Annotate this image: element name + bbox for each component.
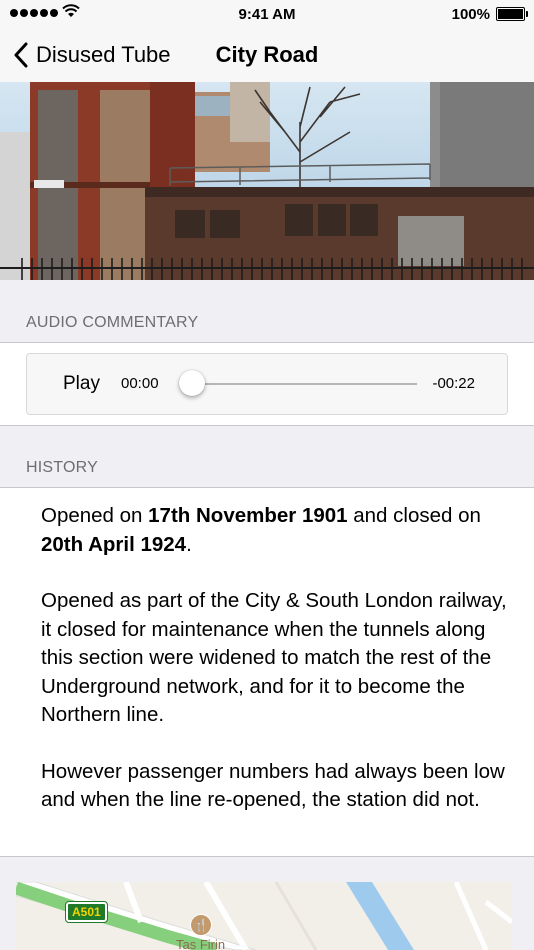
history-paragraph: Opened as part of the City & South Londo… xyxy=(41,589,507,726)
road-shield: A501 xyxy=(66,902,107,922)
status-bar: 9:41 AM 100% xyxy=(0,0,534,28)
opened-date: 17th November 1901 xyxy=(148,504,348,527)
elapsed-time: 00:00 xyxy=(121,375,159,392)
battery-percentage: 100% xyxy=(451,6,490,23)
history-section-header: HISTORY xyxy=(26,459,98,476)
audio-player: Play 00:00 -00:22 xyxy=(26,353,508,415)
audio-cell: Play 00:00 -00:22 xyxy=(0,342,534,426)
restaurant-icon[interactable]: 🍴 xyxy=(190,914,212,936)
battery-icon xyxy=(496,7,528,21)
navigation-bar: 9:41 AM 100% Disused Tube City Road xyxy=(0,0,534,83)
play-button[interactable]: Play xyxy=(63,373,100,395)
audio-scrubber[interactable] xyxy=(179,370,417,396)
history-text: Opened on 17th November 1901 and closed … xyxy=(41,502,511,843)
audio-scrubber-thumb[interactable] xyxy=(179,370,205,396)
history-text-fragment: Opened on xyxy=(41,504,149,527)
history-paragraph: However passenger numbers had always bee… xyxy=(41,759,505,812)
audio-section-header: AUDIO COMMENTARY xyxy=(26,314,199,331)
page-title: City Road xyxy=(215,42,319,67)
poi-label: Tas Firin xyxy=(176,937,226,950)
history-cell: Opened on 17th November 1901 and closed … xyxy=(0,487,534,857)
station-map[interactable]: A501 🍴 Tas Firin xyxy=(16,882,512,950)
history-text-fragment: . xyxy=(186,532,192,556)
closed-date: 20th April 1924 xyxy=(41,532,187,556)
remaining-time: -00:22 xyxy=(432,375,475,392)
history-text-fragment: and closed on xyxy=(347,504,481,527)
station-photo xyxy=(0,82,534,280)
history-paragraph-dates: Opened on 17th November 1901 and closed … xyxy=(41,502,511,559)
